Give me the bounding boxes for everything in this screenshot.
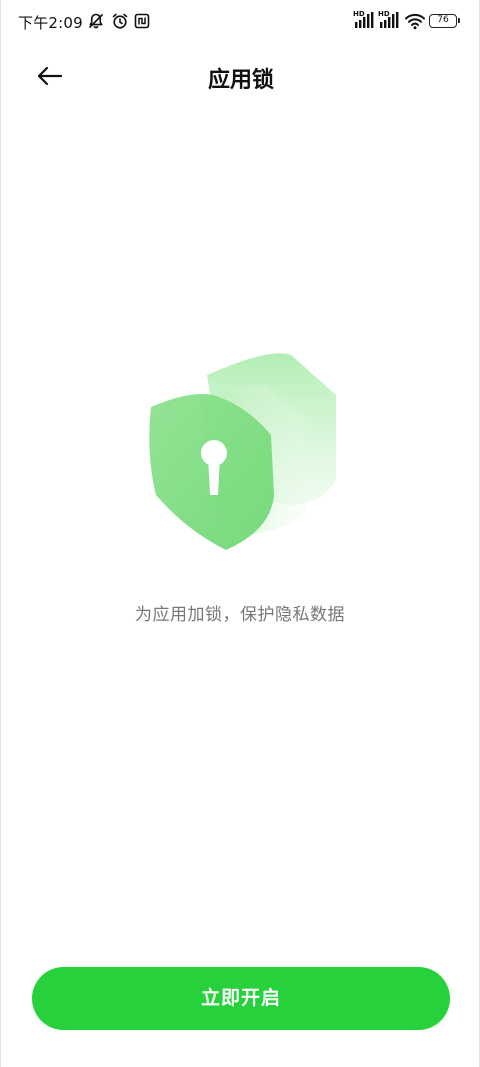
signal-icon: HD	[353, 10, 375, 29]
status-bar: 下午2:09 HD HD 76	[1, 0, 480, 42]
signal-icon-2: HD	[378, 10, 400, 29]
battery-icon: 76	[429, 14, 460, 28]
page-title: 应用锁	[207, 68, 274, 93]
hd-label-2: HD	[378, 10, 390, 18]
wifi-icon	[405, 13, 425, 30]
subtitle: 为应用加锁，保护隐私数据	[135, 605, 345, 625]
enable-button[interactable]: 立即开启	[32, 967, 450, 1030]
mute-bell-icon	[88, 13, 104, 29]
status-time: 下午2:09	[18, 14, 83, 32]
header: 应用锁	[1, 50, 480, 102]
shield-lock-icon	[149, 353, 336, 550]
hd-label: HD	[353, 10, 365, 18]
alarm-icon	[112, 13, 128, 29]
nfc-icon	[134, 13, 150, 29]
app-lock-screen: 下午2:09 HD HD 76 应用锁 为应用加锁，保护隐私数据 立即开启	[0, 0, 480, 1067]
